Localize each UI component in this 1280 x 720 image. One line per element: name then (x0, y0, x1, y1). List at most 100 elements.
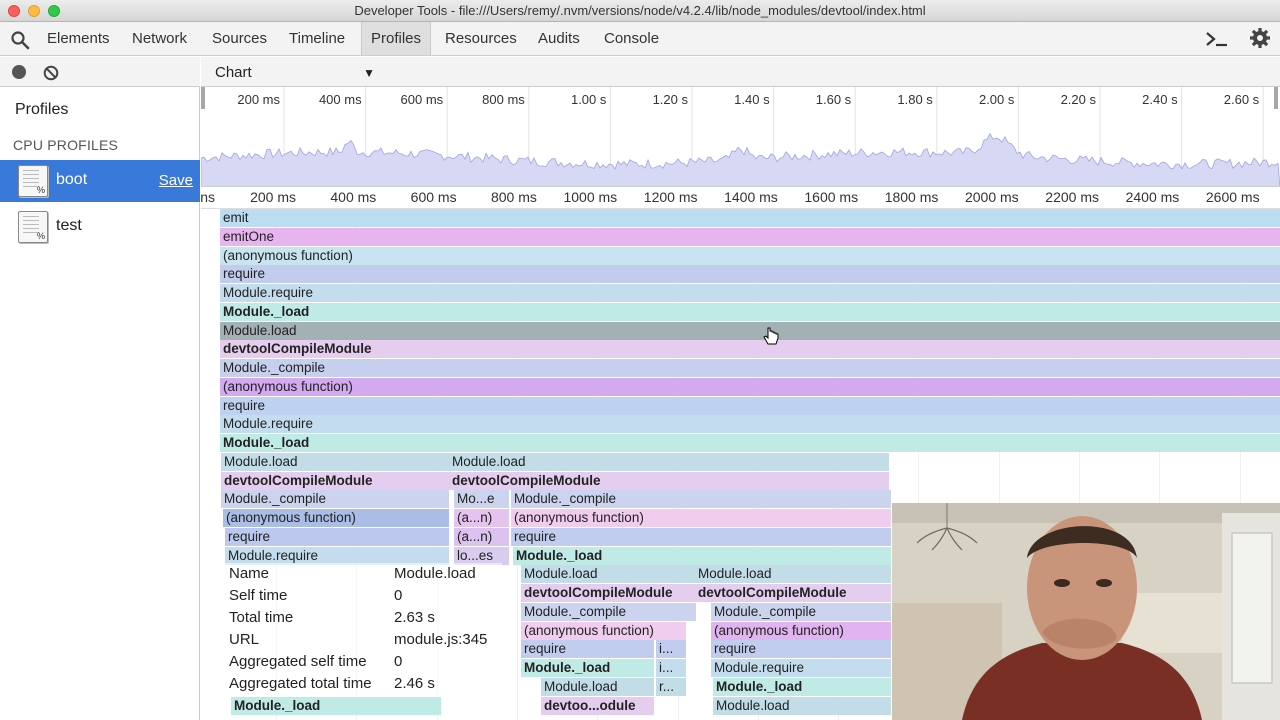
view-mode-select[interactable]: Chart ▼ (215, 64, 375, 82)
flame-entry[interactable]: Module._compile (220, 359, 1280, 377)
save-profile-link[interactable]: Save (159, 172, 193, 189)
ruler-tick: 800 ms (490, 189, 537, 205)
flame-entry[interactable]: i... (656, 659, 686, 677)
flame-entry[interactable]: Module.require (220, 284, 1280, 302)
flame-entry[interactable]: emit (220, 209, 1280, 227)
tooltip-value: 0 (394, 587, 403, 604)
overview-tick-label: 2.60 s (1224, 92, 1260, 107)
overview-tick-label: 1.00 s (571, 92, 607, 107)
ruler-tick: 1000 ms (563, 189, 618, 205)
overview-window-left-handle[interactable] (201, 87, 205, 109)
flame-entry[interactable]: (anonymous function) (220, 246, 1280, 265)
tab-timeline[interactable]: Timeline (283, 22, 351, 55)
flame-entry[interactable]: Module._compile (521, 602, 696, 621)
flame-entry[interactable]: (anonymous function) (521, 621, 686, 640)
flame-entry[interactable]: (anonymous function) (223, 509, 449, 527)
overview-tick-label: 400 ms (319, 92, 362, 107)
flame-entry[interactable]: devtoo...odule (541, 696, 654, 715)
flame-entry[interactable]: require (220, 265, 1280, 284)
cpu-overview[interactable]: 200 ms 400 ms 600 ms 800 ms 1.00 s 1.20 s 1.40… (201, 87, 1280, 187)
gear-icon[interactable] (1249, 27, 1271, 49)
flame-entry[interactable]: require (521, 640, 654, 659)
flame-entry[interactable]: (anonymous function) (711, 621, 891, 640)
flame-entry[interactable]: Module.require (220, 415, 1280, 434)
flame-entry[interactable]: Module.load (521, 565, 696, 584)
ruler-tick: 2400 ms (1125, 189, 1180, 205)
flame-entry[interactable]: Module.load (695, 565, 891, 584)
flame-entry[interactable]: Module._compile (221, 490, 449, 509)
flame-entry[interactable]: require (711, 640, 891, 659)
ruler-tick: 2600 ms (1205, 189, 1260, 205)
flame-entry[interactable]: Module.load (220, 321, 1280, 340)
tab-resources[interactable]: Resources (439, 22, 523, 55)
overview-tick-label: 2.40 s (1142, 92, 1178, 107)
overview-tick-label: 2.20 s (1061, 92, 1097, 107)
flame-entry[interactable]: devtoolCompileModule (449, 471, 889, 490)
flame-entry[interactable]: Module._compile (511, 490, 891, 509)
ruler-tick: ns (201, 189, 215, 205)
flame-entry[interactable]: (anonymous function) (511, 509, 891, 527)
tooltip-value: 0 (394, 653, 403, 670)
sidebar-item-boot[interactable]: % boot Save (0, 160, 200, 202)
flame-entry[interactable]: devtoolCompileModule (521, 584, 696, 602)
flame-entry[interactable]: Module.load (541, 677, 654, 696)
flame-entry[interactable]: Module.load (449, 452, 889, 471)
window-close-button[interactable] (8, 5, 20, 17)
tooltip-value: 2.63 s (394, 609, 435, 626)
sidebar-item-test[interactable]: % test (0, 206, 200, 248)
overview-window-right-handle[interactable] (1274, 87, 1278, 109)
flame-entry[interactable]: Module.load (713, 696, 891, 715)
webcam-video (892, 503, 1280, 720)
flame-entry[interactable]: (a...n) (454, 527, 509, 546)
sidebar-heading: Profiles (15, 101, 69, 118)
flame-entry[interactable]: lo...es (454, 546, 509, 565)
flame-entry[interactable]: require (220, 396, 1280, 415)
flame-entry[interactable]: Module._load (521, 659, 654, 677)
flame-entry[interactable]: (a...n) (454, 509, 509, 527)
tab-profiles[interactable]: Profiles (361, 22, 432, 55)
tab-network[interactable]: Network (126, 22, 193, 55)
profile-sheet-icon: % (18, 211, 48, 243)
tab-audits[interactable]: Audits (532, 22, 586, 55)
record-icon[interactable] (12, 65, 26, 79)
webcam-overlay (892, 503, 1280, 720)
flame-entry[interactable]: Module._load (513, 546, 891, 565)
clear-icon[interactable] (43, 65, 59, 81)
search-icon[interactable] (10, 30, 30, 50)
ruler-tick: 2200 ms (1045, 189, 1099, 205)
view-toolbar: Chart ▼ (201, 57, 1280, 87)
flame-entry[interactable]: Module.load (221, 452, 449, 471)
flame-entry[interactable]: i... (656, 640, 686, 659)
tab-console[interactable]: Console (598, 22, 665, 55)
flame-entry[interactable]: Module._load (220, 434, 1280, 452)
flame-entry[interactable]: emitOne (220, 227, 1280, 246)
flame-entry[interactable]: devtoolCompileModule (695, 584, 891, 602)
flame-entry[interactable]: Module._load (231, 696, 441, 715)
window-minimize-button[interactable] (28, 5, 40, 17)
flame-entry[interactable]: (anonymous function) (220, 377, 1280, 396)
flame-entry[interactable]: Module._compile (711, 602, 891, 621)
profile-name: test (56, 217, 82, 234)
window-title: Developer Tools - file:///Users/remy/.nv… (354, 3, 926, 18)
hand-cursor-icon (763, 327, 779, 345)
flame-entry[interactable]: Module._load (220, 302, 1280, 321)
overview-tick-label: 800 ms (482, 92, 525, 107)
overview-tick-label: 200 ms (237, 92, 280, 107)
flame-entry[interactable]: require (511, 527, 891, 546)
panel-tabbar: Elements Network Sources Timeline Profil… (0, 22, 1280, 56)
flame-entry[interactable]: Mo...e (454, 490, 509, 509)
tooltip-value: Module.load (394, 565, 476, 582)
flame-entry[interactable]: devtoolCompileModule (220, 340, 1280, 359)
console-drawer-icon[interactable] (1204, 29, 1230, 49)
flame-entry[interactable]: r... (656, 677, 686, 696)
flame-entry[interactable]: Module.require (711, 659, 891, 677)
profiles-sidebar: Profiles CPU PROFILES % boot Save % test (0, 87, 200, 720)
ruler-tick: 600 ms (410, 189, 457, 205)
flame-entry[interactable]: Module._load (713, 677, 891, 696)
flame-entry[interactable]: require (225, 527, 449, 546)
tab-sources[interactable]: Sources (206, 22, 273, 55)
flame-entry[interactable]: devtoolCompileModule (221, 471, 449, 490)
tab-elements[interactable]: Elements (41, 22, 116, 55)
window-zoom-button[interactable] (48, 5, 60, 17)
flame-entry[interactable]: Module.require (225, 546, 449, 565)
